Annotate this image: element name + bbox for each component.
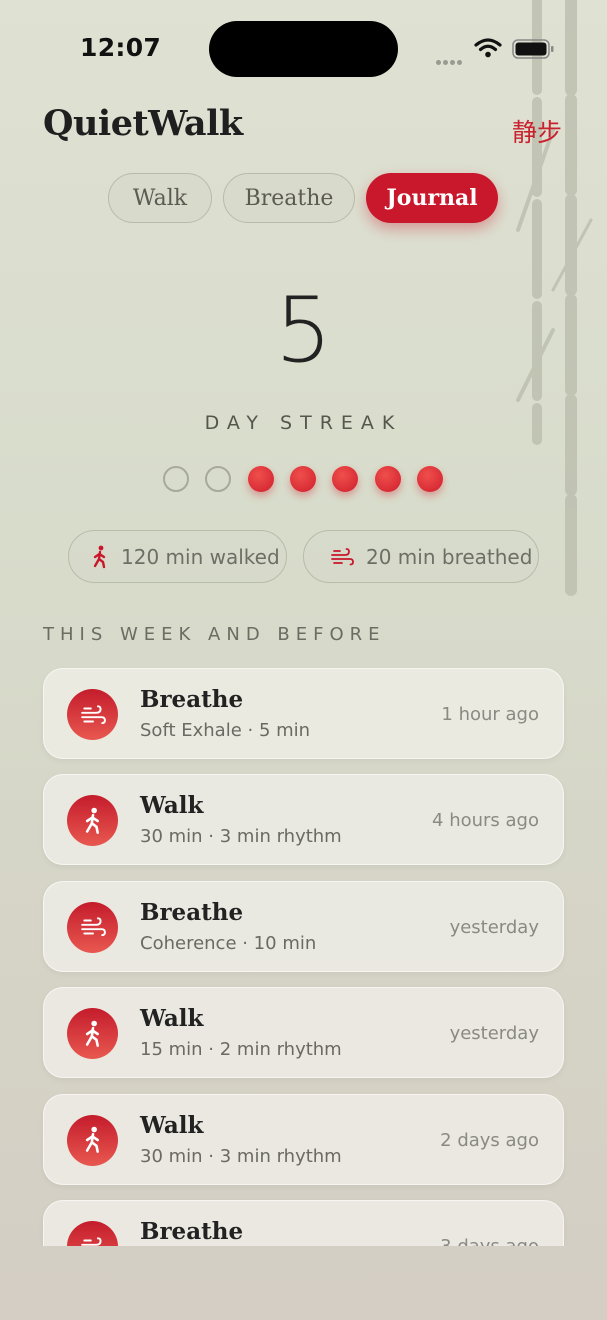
session-card[interactable]: Walk 30 min · 3 min rhythm 4 hours ago	[43, 774, 564, 866]
stat-walked-pill: 120 min walked	[68, 530, 287, 583]
session-time: 4 hours ago	[432, 810, 539, 832]
session-detail: Soft Exhale · 5 min	[140, 720, 311, 741]
section-title: THIS WEEK AND BEFORE	[43, 624, 386, 645]
session-card[interactable]: Walk 30 min · 3 min rhythm 2 days ago	[43, 1093, 564, 1185]
session-time: 1 hour ago	[441, 704, 539, 725]
streak-day-dot	[374, 466, 401, 492]
wind-icon	[67, 901, 118, 953]
session-title: Breathe	[140, 1218, 244, 1245]
streak-day-dot	[289, 466, 316, 492]
session-time: yesterday	[449, 916, 539, 938]
session-title: Breathe	[140, 898, 244, 926]
session-detail: 30 min · 3 min rhythm	[140, 826, 342, 848]
session-card[interactable]: Breathe 3 days ago	[43, 1200, 564, 1246]
session-title: Walk	[140, 792, 204, 820]
streak-day-dot	[205, 466, 232, 492]
streak-day-dot	[247, 466, 274, 492]
session-detail: Coherence · 10 min	[140, 932, 317, 954]
walking-person-icon	[67, 795, 118, 847]
session-detail: 15 min · 2 min rhythm	[140, 1039, 342, 1061]
battery-icon	[512, 39, 554, 59]
streak-count: 5	[274, 278, 333, 383]
tab-walk[interactable]: Walk	[108, 173, 212, 223]
walking-person-icon	[91, 545, 109, 569]
stat-breathed-pill: 20 min breathed	[303, 530, 539, 583]
session-detail: 30 min · 3 min rhythm	[140, 1145, 342, 1167]
session-time: 3 days ago	[440, 1236, 539, 1246]
wind-icon	[67, 1221, 118, 1246]
tab-bar: Walk Breathe Journal	[0, 173, 607, 225]
session-card[interactable]: Breathe Soft Exhale · 5 min 1 hour ago	[43, 668, 564, 759]
session-title: Breathe	[140, 686, 244, 713]
signal-icon	[436, 50, 466, 65]
session-title: Walk	[140, 1111, 204, 1139]
walking-person-icon	[67, 1008, 118, 1060]
streak-day-dot	[332, 466, 359, 492]
session-time: yesterday	[449, 1023, 539, 1045]
stat-walked-text: 120 min walked	[121, 544, 280, 569]
session-card[interactable]: Breathe Coherence · 10 min yesterday	[43, 880, 564, 972]
stat-breathed-text: 20 min breathed	[366, 544, 533, 569]
session-card[interactable]: Walk 15 min · 2 min rhythm yesterday	[43, 987, 564, 1079]
status-bar: 12:07	[0, 0, 607, 100]
session-title: Walk	[140, 1005, 204, 1033]
tab-breathe[interactable]: Breathe	[223, 173, 355, 223]
streak-day-dot	[163, 466, 189, 492]
streak-day-dot	[416, 466, 443, 492]
session-time: 2 days ago	[440, 1129, 539, 1151]
app-subtitle-cjk: 静步	[511, 118, 562, 147]
status-time: 12:07	[80, 33, 162, 62]
walking-person-icon	[67, 1114, 118, 1166]
wind-icon	[330, 547, 354, 567]
wifi-icon	[474, 38, 502, 58]
wind-icon	[67, 689, 118, 740]
dynamic-island	[209, 21, 398, 77]
tab-journal[interactable]: Journal	[366, 173, 498, 223]
app-title: QuietWalk	[43, 103, 243, 144]
streak-label: DAY STREAK	[204, 412, 403, 434]
session-list: Breathe Soft Exhale · 5 min 1 hour ago Walk…	[0, 666, 607, 1246]
